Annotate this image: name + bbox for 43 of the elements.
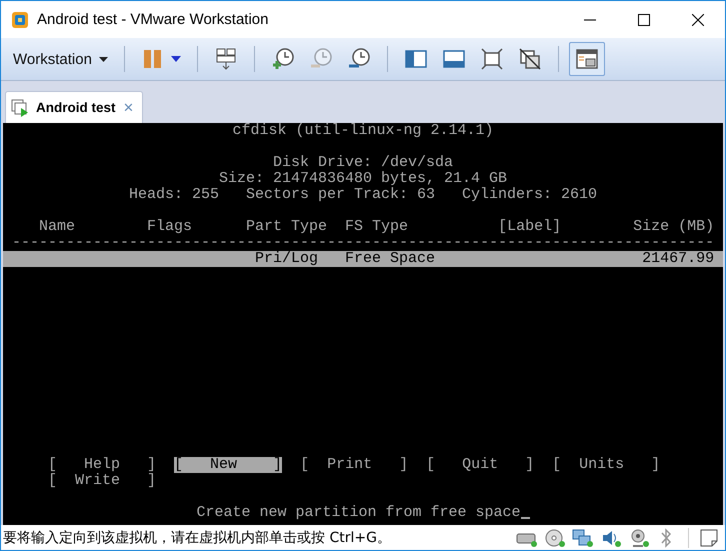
vm-play-icon xyxy=(10,98,30,118)
menu-option[interactable]: [ Write ] xyxy=(48,473,156,489)
cd-icon[interactable] xyxy=(544,528,566,548)
menu-option[interactable]: [ Units ] xyxy=(552,457,660,473)
close-icon xyxy=(692,14,704,26)
size-cell-text: 21467.99 xyxy=(641,251,714,267)
menu-option[interactable]: [ Print ] xyxy=(300,457,408,473)
app-logo-icon xyxy=(11,10,29,28)
console-view-icon xyxy=(574,47,599,71)
computer-arrow-icon xyxy=(214,47,238,71)
clock-plus-icon xyxy=(270,47,295,71)
menu-option[interactable]: [ Quit ] xyxy=(426,457,534,473)
menu-option[interactable]: [ New ] xyxy=(174,457,282,473)
column-header: FS Type xyxy=(345,219,410,235)
vm-console[interactable] xyxy=(3,123,723,525)
disk-geometry-text: Heads: 255 Sectors per Track: 63 Cylinders: 2610 xyxy=(128,187,598,203)
status-message: Create new partition from free space xyxy=(196,505,521,521)
partition-row[interactable]: Pri/Log Free Space 21467.99 xyxy=(3,251,723,267)
fs-type-cell-text: Free Space xyxy=(345,251,436,267)
part-type-cell-text: Pri/Log xyxy=(254,251,320,267)
disk-size-text: Size: 21474836480 bytes, 21.4 GB xyxy=(218,171,508,187)
maximize-icon xyxy=(638,14,650,26)
console-view-button[interactable] xyxy=(568,42,605,76)
workstation-menu[interactable]: Workstation xyxy=(7,46,114,72)
window-title: Android test - VMware Workstation xyxy=(37,11,268,28)
column-header: Name xyxy=(39,219,76,235)
crossed-window-icon xyxy=(518,47,542,71)
menu-option[interactable]: [ Help ] xyxy=(48,457,156,473)
column-header: [Label] xyxy=(498,219,562,235)
program-title: cfdisk (util-linux-ng 2.14.1) xyxy=(231,123,495,139)
message-log-icon[interactable] xyxy=(699,528,719,548)
vm-tab[interactable]: Android test × xyxy=(5,91,144,123)
network-icon[interactable] xyxy=(572,528,594,548)
caret-icon xyxy=(170,56,181,62)
tab-label[interactable]: Android test xyxy=(36,100,116,115)
status-text: 要将输入定向到该虚拟机，请在虚拟机内部单击或按 Ctrl+G。 xyxy=(3,528,391,546)
fullscreen-icon xyxy=(480,47,504,71)
separator-line: ------------------------------------------------------------------------------ xyxy=(12,234,714,251)
disk-drive-text: Disk Drive: /dev/sda xyxy=(272,155,454,171)
column-header: Flags xyxy=(147,219,194,235)
caret-icon xyxy=(98,56,108,62)
column-header: Size (MB) xyxy=(633,219,714,235)
column-header: Part Type xyxy=(246,219,328,235)
